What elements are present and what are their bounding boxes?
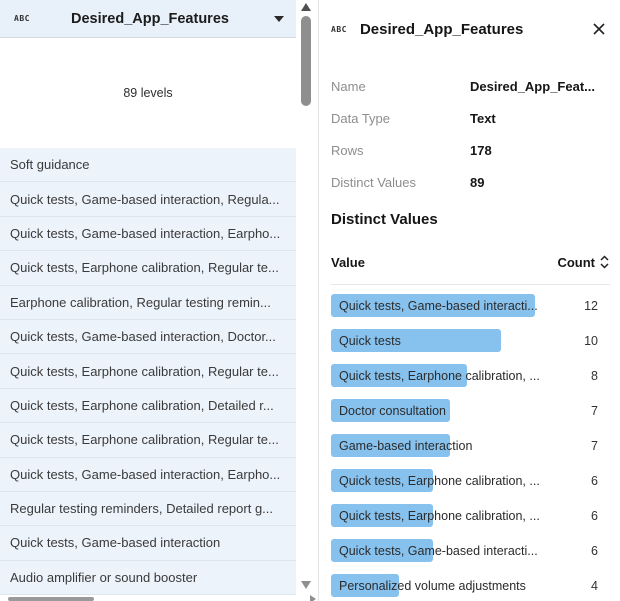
scrollbar-right-arrow-icon[interactable] [310,595,316,601]
field-row: Distinct Values89 [331,166,610,198]
field-value: Text [470,111,496,126]
count-bar: Quick tests, Earphone calibration, ... [331,364,467,387]
table-row[interactable]: Quick tests 10 [331,323,610,358]
list-item[interactable]: Quick tests, Earphone calibration, Detai… [0,389,296,423]
field-value: 89 [470,175,484,190]
close-button[interactable] [588,18,610,40]
list-item[interactable]: Quick tests, Game-based interaction, Ear… [0,458,296,492]
table-row[interactable]: Quick tests, Game-based interacti... 6 [331,533,610,568]
list-item[interactable]: Earphone calibration, Regular testing re… [0,286,296,320]
list-item[interactable]: Quick tests, Earphone calibration, Regul… [0,354,296,388]
details-header: ABC Desired_App_Features [331,14,610,44]
value-column-header: Value [331,255,365,270]
value-cell: Quick tests, Game-based interacti... [339,544,538,558]
app-root: ABC Desired_App_Features 89 levels Soft … [0,0,620,601]
distinct-values-rows: Quick tests, Game-based interacti...12Qu… [331,285,610,601]
table-row[interactable]: Quick tests, Earphone calibration, ... 6 [331,463,610,498]
value-cell: Quick tests, Earphone calibration, ... [339,474,540,488]
value-cell: Game-based interaction [339,439,472,453]
table-row[interactable]: Doctor consultation 7 [331,393,610,428]
column-browser-panel: ABC Desired_App_Features 89 levels Soft … [0,0,296,601]
close-icon [591,21,607,37]
column-header[interactable]: ABC Desired_App_Features [0,0,296,38]
list-item[interactable]: Quick tests, Game-based interaction, Doc… [0,320,296,354]
chevron-down-icon[interactable] [274,16,284,22]
field-label: Name [331,79,470,94]
count-bar: Quick tests, Earphone calibration, ... [331,504,433,527]
list-item[interactable]: Quick tests, Game-based interaction [0,526,296,560]
count-cell: 4 [591,579,598,593]
field-row: Data TypeText [331,102,610,134]
list-item[interactable]: Quick tests, Game-based interaction, Ear… [0,217,296,251]
count-bar: Quick tests [331,329,501,352]
count-cell: 7 [591,404,598,418]
distinct-values-heading: Distinct Values [331,208,610,232]
distinct-values-table-header: Value Count [331,248,610,276]
count-bar: Quick tests, Earphone calibration, ... [331,469,433,492]
table-row[interactable]: Quick tests, Earphone calibration, ... 8 [331,358,610,393]
scrollbar-down-arrow-icon[interactable] [301,581,311,589]
count-bar: Doctor consultation [331,399,450,422]
count-column-header[interactable]: Count [557,254,610,270]
count-cell: 7 [591,439,598,453]
count-cell: 6 [591,474,598,488]
field-list: NameDesired_App_Feat...Data TypeTextRows… [331,70,610,198]
count-cell: 8 [591,369,598,383]
column-title: Desired_App_Features [30,11,270,27]
text-type-icon: ABC [14,14,30,23]
field-label: Distinct Values [331,175,470,190]
value-cell: Quick tests, Earphone calibration, ... [339,509,540,523]
value-cell: Doctor consultation [339,404,446,418]
field-row: NameDesired_App_Feat... [331,70,610,102]
table-row[interactable]: Personalized volume adjustments 4 [331,568,610,601]
count-bar: Game-based interaction [331,434,450,457]
list-item[interactable]: Soft guidance [0,148,296,182]
details-title: Desired_App_Features [360,21,588,38]
count-bar: Personalized volume adjustments [331,574,399,597]
value-cell: Quick tests, Earphone calibration, ... [339,369,540,383]
field-value: 178 [470,143,492,158]
column-details-panel: ABC Desired_App_Features NameDesired_App… [319,0,620,601]
list-item[interactable]: Quick tests, Game-based interaction, Reg… [0,182,296,216]
count-cell: 6 [591,544,598,558]
table-row[interactable]: Quick tests, Earphone calibration, ... 6 [331,498,610,533]
count-cell: 12 [584,299,598,313]
sort-up-down-icon[interactable] [599,254,610,270]
field-value: Desired_App_Feat... [470,79,595,94]
levels-summary: 89 levels [0,38,296,148]
table-row[interactable]: Quick tests, Game-based interacti... 12 [331,288,610,323]
field-label: Rows [331,143,470,158]
count-cell: 10 [584,334,598,348]
value-cell: Quick tests [339,334,401,348]
list-item[interactable]: Audio amplifier or sound booster [0,561,296,595]
value-cell: Quick tests, Game-based interacti... [339,299,538,313]
list-item[interactable]: Quick tests, Earphone calibration, Regul… [0,251,296,285]
count-bar: Quick tests, Game-based interacti... [331,294,535,317]
value-cell: Personalized volume adjustments [339,579,526,593]
vertical-scrollbar-thumb[interactable] [301,16,311,106]
horizontal-scrollbar-thumb[interactable] [8,597,94,601]
field-label: Data Type [331,111,470,126]
count-bar: Quick tests, Game-based interacti... [331,539,433,562]
text-type-icon: ABC [331,25,347,34]
field-row: Rows178 [331,134,610,166]
scrollbar-up-arrow-icon[interactable] [301,3,311,11]
list-item[interactable]: Regular testing reminders, Detailed repo… [0,492,296,526]
value-list: Soft guidanceQuick tests, Game-based int… [0,148,296,595]
list-item[interactable]: Quick tests, Earphone calibration, Regul… [0,423,296,457]
count-cell: 6 [591,509,598,523]
table-row[interactable]: Game-based interaction 7 [331,428,610,463]
